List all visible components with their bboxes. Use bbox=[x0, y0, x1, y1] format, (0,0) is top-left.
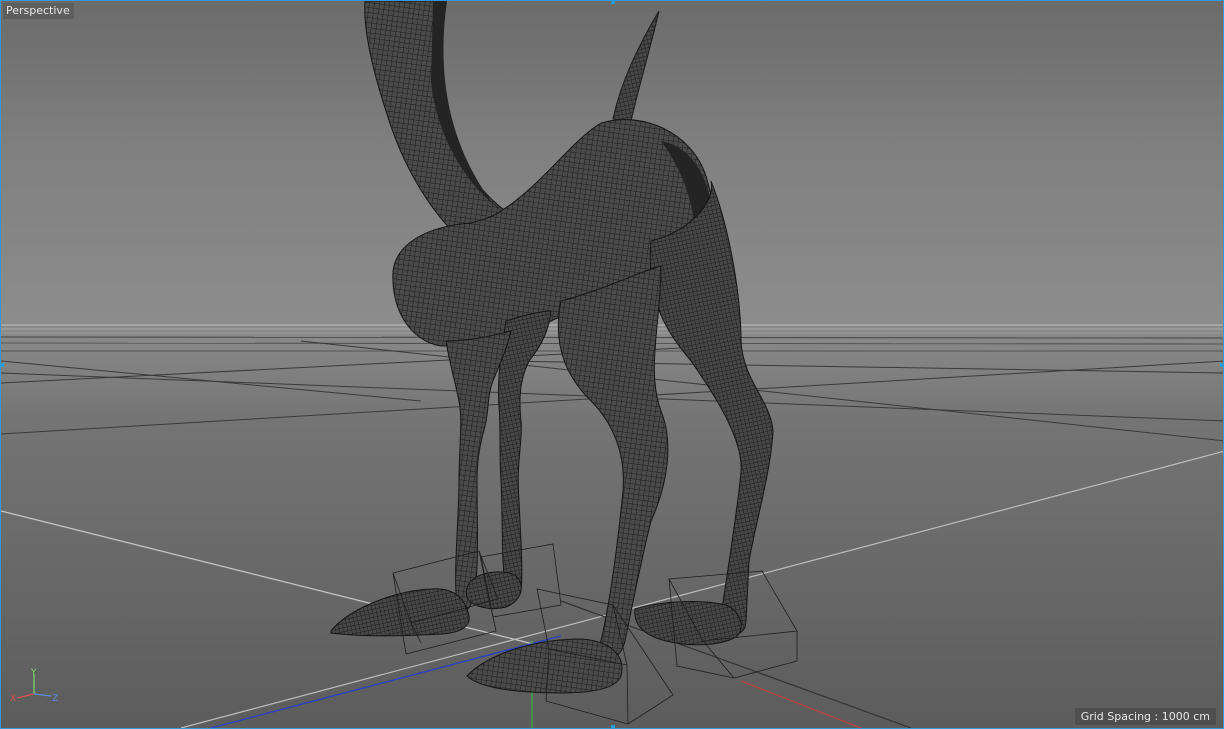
giraffe-mesh[interactable] bbox=[330, 1, 774, 694]
y-axis-label: Y bbox=[30, 668, 37, 678]
perspective-viewport[interactable]: Y X Z Perspective Grid Spacing : 1000 cm bbox=[0, 0, 1224, 729]
grid-spacing-readout: Grid Spacing : 1000 cm bbox=[1074, 708, 1216, 725]
x-axis-label: X bbox=[10, 694, 16, 704]
viewport-edge-handle-bottom bbox=[611, 725, 615, 728]
viewport-edge-handle-right bbox=[1220, 363, 1223, 367]
viewport-edge-handle-top bbox=[611, 1, 615, 4]
viewport-edge-handle-left bbox=[1, 363, 4, 367]
scene-canvas[interactable]: Y X Z bbox=[1, 1, 1224, 729]
z-axis-line bbox=[33, 693, 52, 697]
axis-gizmo: Y X Z bbox=[10, 668, 58, 704]
camera-label[interactable]: Perspective bbox=[3, 3, 74, 19]
x-axis-line bbox=[16, 693, 35, 699]
z-axis-label: Z bbox=[52, 694, 58, 704]
